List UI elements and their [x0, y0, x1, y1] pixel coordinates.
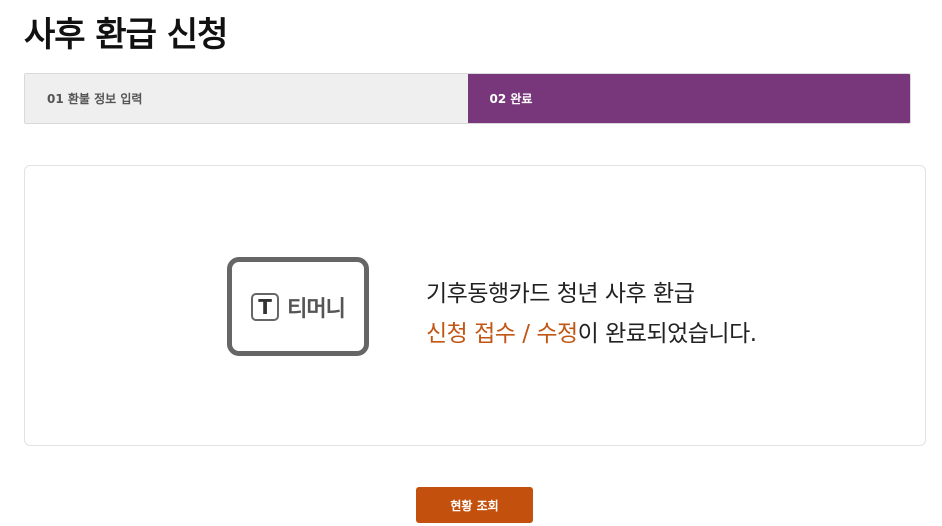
- completion-message-rest: 이 완료되었습니다.: [577, 321, 757, 347]
- step-complete: 02 완료: [467, 74, 910, 123]
- status-inquiry-button[interactable]: 현황 조회: [416, 487, 533, 523]
- step-indicator: 01 환불 정보 입력 02 완료: [24, 73, 911, 124]
- completion-message: 기후동행카드 청년 사후 환급 신청 접수 / 수정이 완료되었습니다.: [426, 274, 757, 354]
- result-card: T 티머니 기후동행카드 청년 사후 환급 신청 접수 / 수정이 완료되었습니…: [24, 165, 926, 446]
- tmoney-logo-mark: T: [251, 292, 280, 321]
- tmoney-logo-icon: T 티머니: [227, 257, 369, 356]
- completion-message-highlight: 신청 접수 / 수정: [426, 321, 578, 347]
- completion-message-line1: 기후동행카드 청년 사후 환급: [426, 281, 695, 307]
- step-refund-info: 01 환불 정보 입력: [25, 74, 468, 123]
- tmoney-logo-text: 티머니: [287, 296, 346, 322]
- completion-message-line2: 신청 접수 / 수정이 완료되었습니다.: [426, 314, 757, 354]
- page-title: 사후 환급 신청: [24, 15, 228, 55]
